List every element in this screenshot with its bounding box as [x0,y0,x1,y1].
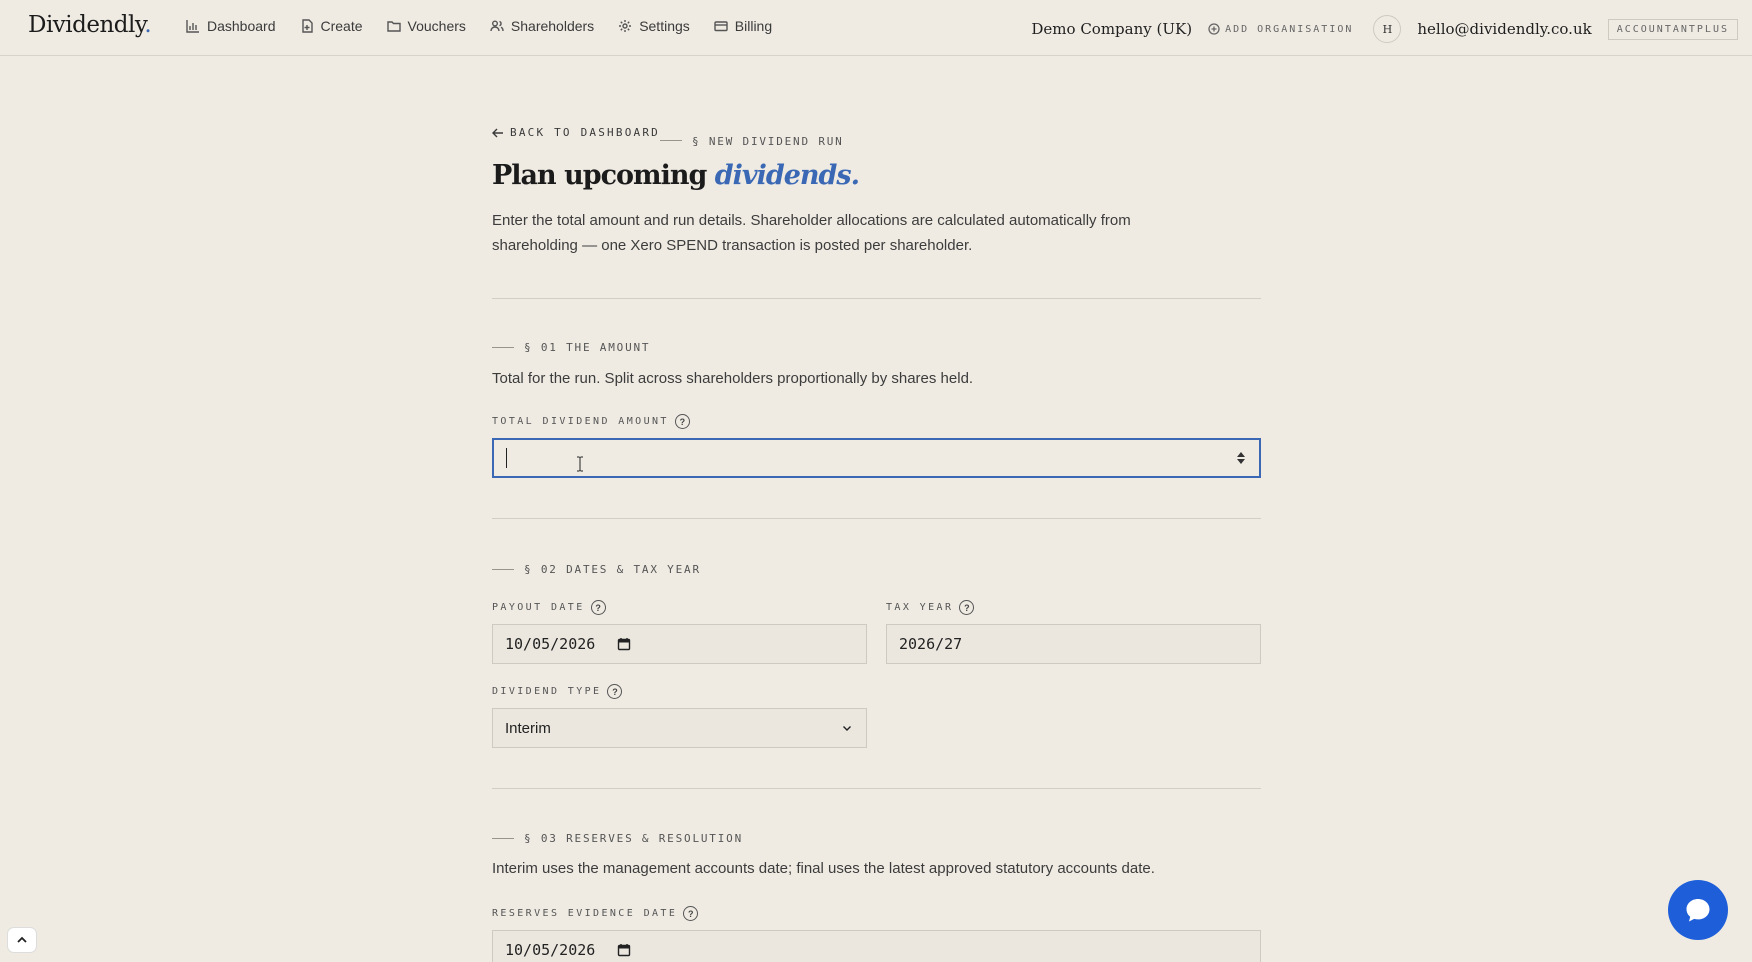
nav-shareholders-label: Shareholders [510,18,595,34]
back-link-label: BACK TO DASHBOARD [510,126,660,139]
chat-bubble-icon [1686,899,1710,922]
section-02-label: § 02 DATES & TAX YEAR [524,563,701,576]
calendar-icon[interactable] [617,637,631,651]
tax-year-input[interactable]: 2026/27 [886,624,1261,664]
section-01-label: § 01 THE AMOUNT [524,341,651,354]
chat-launcher-button[interactable] [1668,880,1728,940]
nav-dashboard-label: Dashboard [207,18,276,34]
nav-billing[interactable]: Billing [714,18,772,34]
document-plus-icon [301,19,313,33]
help-icon[interactable]: ? [590,600,606,615]
bar-chart-icon [186,20,199,33]
payout-date-value: 10/05/2026 [505,635,596,653]
heading-rule [492,347,514,348]
tax-year-label-text: TAX YEAR [886,602,954,613]
page-title-main: Plan upcoming [492,160,715,191]
brand-dot: . [144,12,152,38]
page-title: Plan upcoming dividends. [492,160,860,191]
page-title-accent: dividends. [714,160,860,191]
organisation-switcher[interactable]: Demo Company (UK) [1031,20,1192,38]
number-stepper[interactable] [1237,452,1245,464]
nav-dashboard[interactable]: Dashboard [186,18,276,34]
section-03-label: § 03 RESERVES & RESOLUTION [524,832,743,845]
brand-logo[interactable]: Dividendly. [28,12,152,38]
breadcrumb-current: § NEW DIVIDEND RUN [691,135,844,148]
text-caret [506,448,507,468]
plus-circle-icon [1208,23,1220,35]
decrement-arrow-icon[interactable] [1237,459,1245,464]
total-dividend-amount-input[interactable] [492,438,1261,478]
tax-year-value: 2026/27 [899,635,963,653]
page-intro: Enter the total amount and run details. … [492,212,1131,254]
section-03-heading: § 03 RESERVES & RESOLUTION [492,832,743,845]
heading-rule [492,838,514,839]
breadcrumb: BACK TO DASHBOARD § NEW DIVIDEND RUN [492,126,844,148]
help-icon[interactable]: ? [674,414,690,429]
users-icon [490,20,504,32]
reserves-evidence-date-input[interactable]: 10/05/2026 [492,930,1261,962]
top-navigation-bar: Dividendly. Dashboard Create Vouchers Sh… [0,0,1752,56]
section-divider [492,518,1261,519]
nav-create[interactable]: Create [300,18,363,34]
add-organisation-label: ADD ORGANISATION [1225,23,1354,35]
dividend-type-label-text: DIVIDEND TYPE [492,686,602,697]
scroll-to-top-button[interactable] [8,928,36,952]
section-03-description: Interim uses the management accounts dat… [492,860,1155,877]
reserves-evidence-date-label-text: RESERVES EVIDENCE DATE [492,908,678,919]
payout-date-input[interactable]: 10/05/2026 [492,624,867,664]
nav-shareholders[interactable]: Shareholders [490,18,594,34]
nav-billing-label: Billing [734,18,773,34]
credit-card-icon [714,21,728,32]
text-cursor-icon [577,456,583,472]
avatar[interactable]: H [1373,15,1402,43]
dividend-type-value: Interim [505,719,551,737]
help-icon[interactable]: ? [959,600,975,615]
section-02-heading: § 02 DATES & TAX YEAR [492,563,701,576]
gear-icon [619,20,632,32]
tax-year-label: TAX YEAR ? [886,600,975,615]
nav-vouchers[interactable]: Vouchers [386,18,466,34]
dividend-type-label: DIVIDEND TYPE ? [492,684,623,699]
chevron-down-icon [843,726,851,731]
help-icon[interactable]: ? [607,684,623,699]
plan-badge: ACCOUNTANTPLUS [1607,18,1738,40]
total-dividend-amount-label: TOTAL DIVIDEND AMOUNT ? [492,414,690,429]
total-dividend-amount-label-text: TOTAL DIVIDEND AMOUNT [492,416,669,427]
dividend-type-select[interactable]: Interim [492,708,867,748]
main-nav: Dashboard Create Vouchers Shareholders S… [186,18,772,34]
increment-arrow-icon[interactable] [1237,452,1245,457]
section-divider [492,788,1261,789]
reserves-evidence-date-label: RESERVES EVIDENCE DATE ? [492,906,699,921]
payout-date-label: PAYOUT DATE ? [492,600,606,615]
help-icon[interactable]: ? [683,906,699,921]
account-area: Demo Company (UK) ADD ORGANISATION H hel… [1031,15,1738,43]
section-01-heading: § 01 THE AMOUNT [492,341,650,354]
brand-name: Dividendly [28,12,145,38]
user-email[interactable]: hello@dividendly.co.uk [1417,20,1591,38]
heading-rule [492,569,514,570]
arrow-left-icon [492,128,503,137]
section-divider [492,298,1261,299]
back-to-dashboard-link[interactable]: BACK TO DASHBOARD [492,126,660,139]
calendar-icon[interactable] [617,943,631,957]
payout-date-label-text: PAYOUT DATE [492,602,585,613]
nav-vouchers-label: Vouchers [407,18,466,34]
breadcrumb-divider [659,140,682,141]
nav-settings[interactable]: Settings [618,18,690,34]
nav-settings-label: Settings [639,18,690,34]
section-01-description: Total for the run. Split across sharehol… [492,370,974,387]
add-organisation-button[interactable]: ADD ORGANISATION [1208,23,1353,35]
folder-icon [386,21,401,32]
nav-create-label: Create [320,18,363,34]
reserves-evidence-date-value: 10/05/2026 [505,941,596,959]
chevron-up-icon [17,936,27,943]
